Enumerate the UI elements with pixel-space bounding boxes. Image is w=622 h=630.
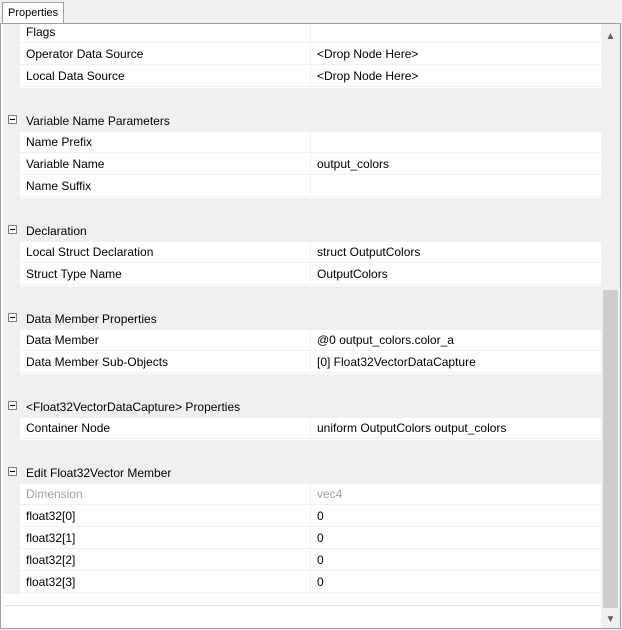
property-value[interactable]: struct OutputColors [311,242,601,263]
category-header[interactable]: Variable Name Parameters [3,110,601,132]
property-row[interactable]: Struct Type Name OutputColors [3,264,601,286]
scroll-up-arrow-icon[interactable]: ▲ [601,28,620,45]
category-header[interactable]: <Float32VectorDataCapture> Properties [3,396,601,418]
property-row[interactable]: float32[1] 0 [3,528,601,550]
row-gutter [3,418,20,440]
property-value[interactable]: 0 [311,572,601,593]
row-gutter [3,572,20,594]
property-row[interactable]: Data Member @0 output_colors.color_a [3,330,601,352]
section-spacer [3,198,601,220]
section-spacer [3,286,601,308]
property-row[interactable]: Name Prefix [3,132,601,154]
row-gutter [3,132,20,154]
property-name[interactable]: Dimension [20,484,311,505]
category-header[interactable]: Declaration [3,220,601,242]
row-gutter [3,264,20,286]
section-spacer [3,88,601,110]
property-value[interactable]: <Drop Node Here> [311,44,601,65]
row-gutter [3,66,20,88]
property-name[interactable]: float32[0] [20,506,311,527]
property-value[interactable]: 0 [311,550,601,571]
section-spacer [3,374,601,396]
property-value[interactable]: <Drop Node Here> [311,66,601,87]
vertical-scrollbar[interactable]: ▲ ▼ [601,24,620,628]
property-grid-panel: Flags Operator Data Source <Drop Node Here… [0,23,621,629]
property-row[interactable]: Data Member Sub-Objects [0] Float32Vector… [3,352,601,374]
property-name[interactable]: Struct Type Name [20,264,311,285]
property-value[interactable]: [0] Float32VectorDataCapture [311,352,601,373]
property-name[interactable]: float32[1] [20,528,311,549]
property-row[interactable]: Dimension vec4 [3,484,601,506]
collapse-icon[interactable] [8,467,17,476]
property-name[interactable]: Local Data Source [20,66,311,87]
property-name[interactable]: Variable Name [20,154,311,175]
collapse-icon[interactable] [8,401,17,410]
property-name[interactable]: Data Member Sub-Objects [20,352,311,373]
collapse-icon[interactable] [8,225,17,234]
property-row[interactable]: Operator Data Source <Drop Node Here> [3,44,601,66]
category-header[interactable]: Edit Float32Vector Member [3,462,601,484]
row-gutter [3,44,20,66]
row-gutter [3,330,20,352]
property-row[interactable]: Local Struct Declaration struct OutputCol… [3,242,601,264]
row-gutter [3,484,20,506]
property-value[interactable] [311,132,601,153]
category-title: Variable Name Parameters [26,114,170,128]
property-name[interactable]: Name Prefix [20,132,311,153]
collapse-icon[interactable] [8,115,17,124]
property-value[interactable] [311,176,601,197]
property-name[interactable]: Container Node [20,418,311,439]
scrollbar-thumb[interactable] [603,290,618,608]
property-name[interactable]: Flags [20,24,311,43]
property-row[interactable]: Container Node uniform OutputColors outpu… [3,418,601,440]
tab-strip: Properties [0,0,622,24]
property-row[interactable]: Local Data Source <Drop Node Here> [3,66,601,88]
property-row[interactable]: float32[2] 0 [3,550,601,572]
row-gutter [3,24,20,44]
property-name[interactable]: float32[2] [20,550,311,571]
category-title: Edit Float32Vector Member [26,466,172,480]
row-gutter [3,154,20,176]
property-value[interactable]: OutputColors [311,264,601,285]
scroll-down-arrow-icon[interactable]: ▼ [601,611,620,628]
row-gutter [3,352,20,374]
property-row[interactable]: Name Suffix [3,176,601,198]
property-name[interactable]: Name Suffix [20,176,311,197]
property-row[interactable]: float32[3] 0 [3,572,601,594]
property-row[interactable]: Flags [3,24,601,44]
property-grid: Flags Operator Data Source <Drop Node Here… [3,24,601,628]
row-gutter [3,176,20,198]
description-area [3,605,601,628]
property-name[interactable]: Data Member [20,330,311,351]
row-gutter [3,528,20,550]
collapse-icon[interactable] [8,313,17,322]
property-value[interactable]: @0 output_colors.color_a [311,330,601,351]
category-title: <Float32VectorDataCapture> Properties [26,400,241,414]
category-title: Declaration [26,224,87,238]
row-gutter [3,550,20,572]
tab-properties[interactable]: Properties [2,2,65,24]
row-gutter [3,506,20,528]
property-name[interactable]: float32[3] [20,572,311,593]
property-value[interactable]: uniform OutputColors output_colors [311,418,601,439]
property-name[interactable]: Operator Data Source [20,44,311,65]
property-value: vec4 [311,484,601,505]
section-spacer [3,440,601,462]
category-title: Data Member Properties [26,312,157,326]
property-row[interactable]: float32[0] 0 [3,506,601,528]
category-header[interactable]: Data Member Properties [3,308,601,330]
property-name[interactable]: Local Struct Declaration [20,242,311,263]
property-value[interactable]: output_colors [311,154,601,175]
property-value[interactable]: 0 [311,506,601,527]
property-value[interactable]: 0 [311,528,601,549]
property-value[interactable] [311,24,601,43]
property-row[interactable]: Variable Name output_colors [3,154,601,176]
row-gutter [3,242,20,264]
